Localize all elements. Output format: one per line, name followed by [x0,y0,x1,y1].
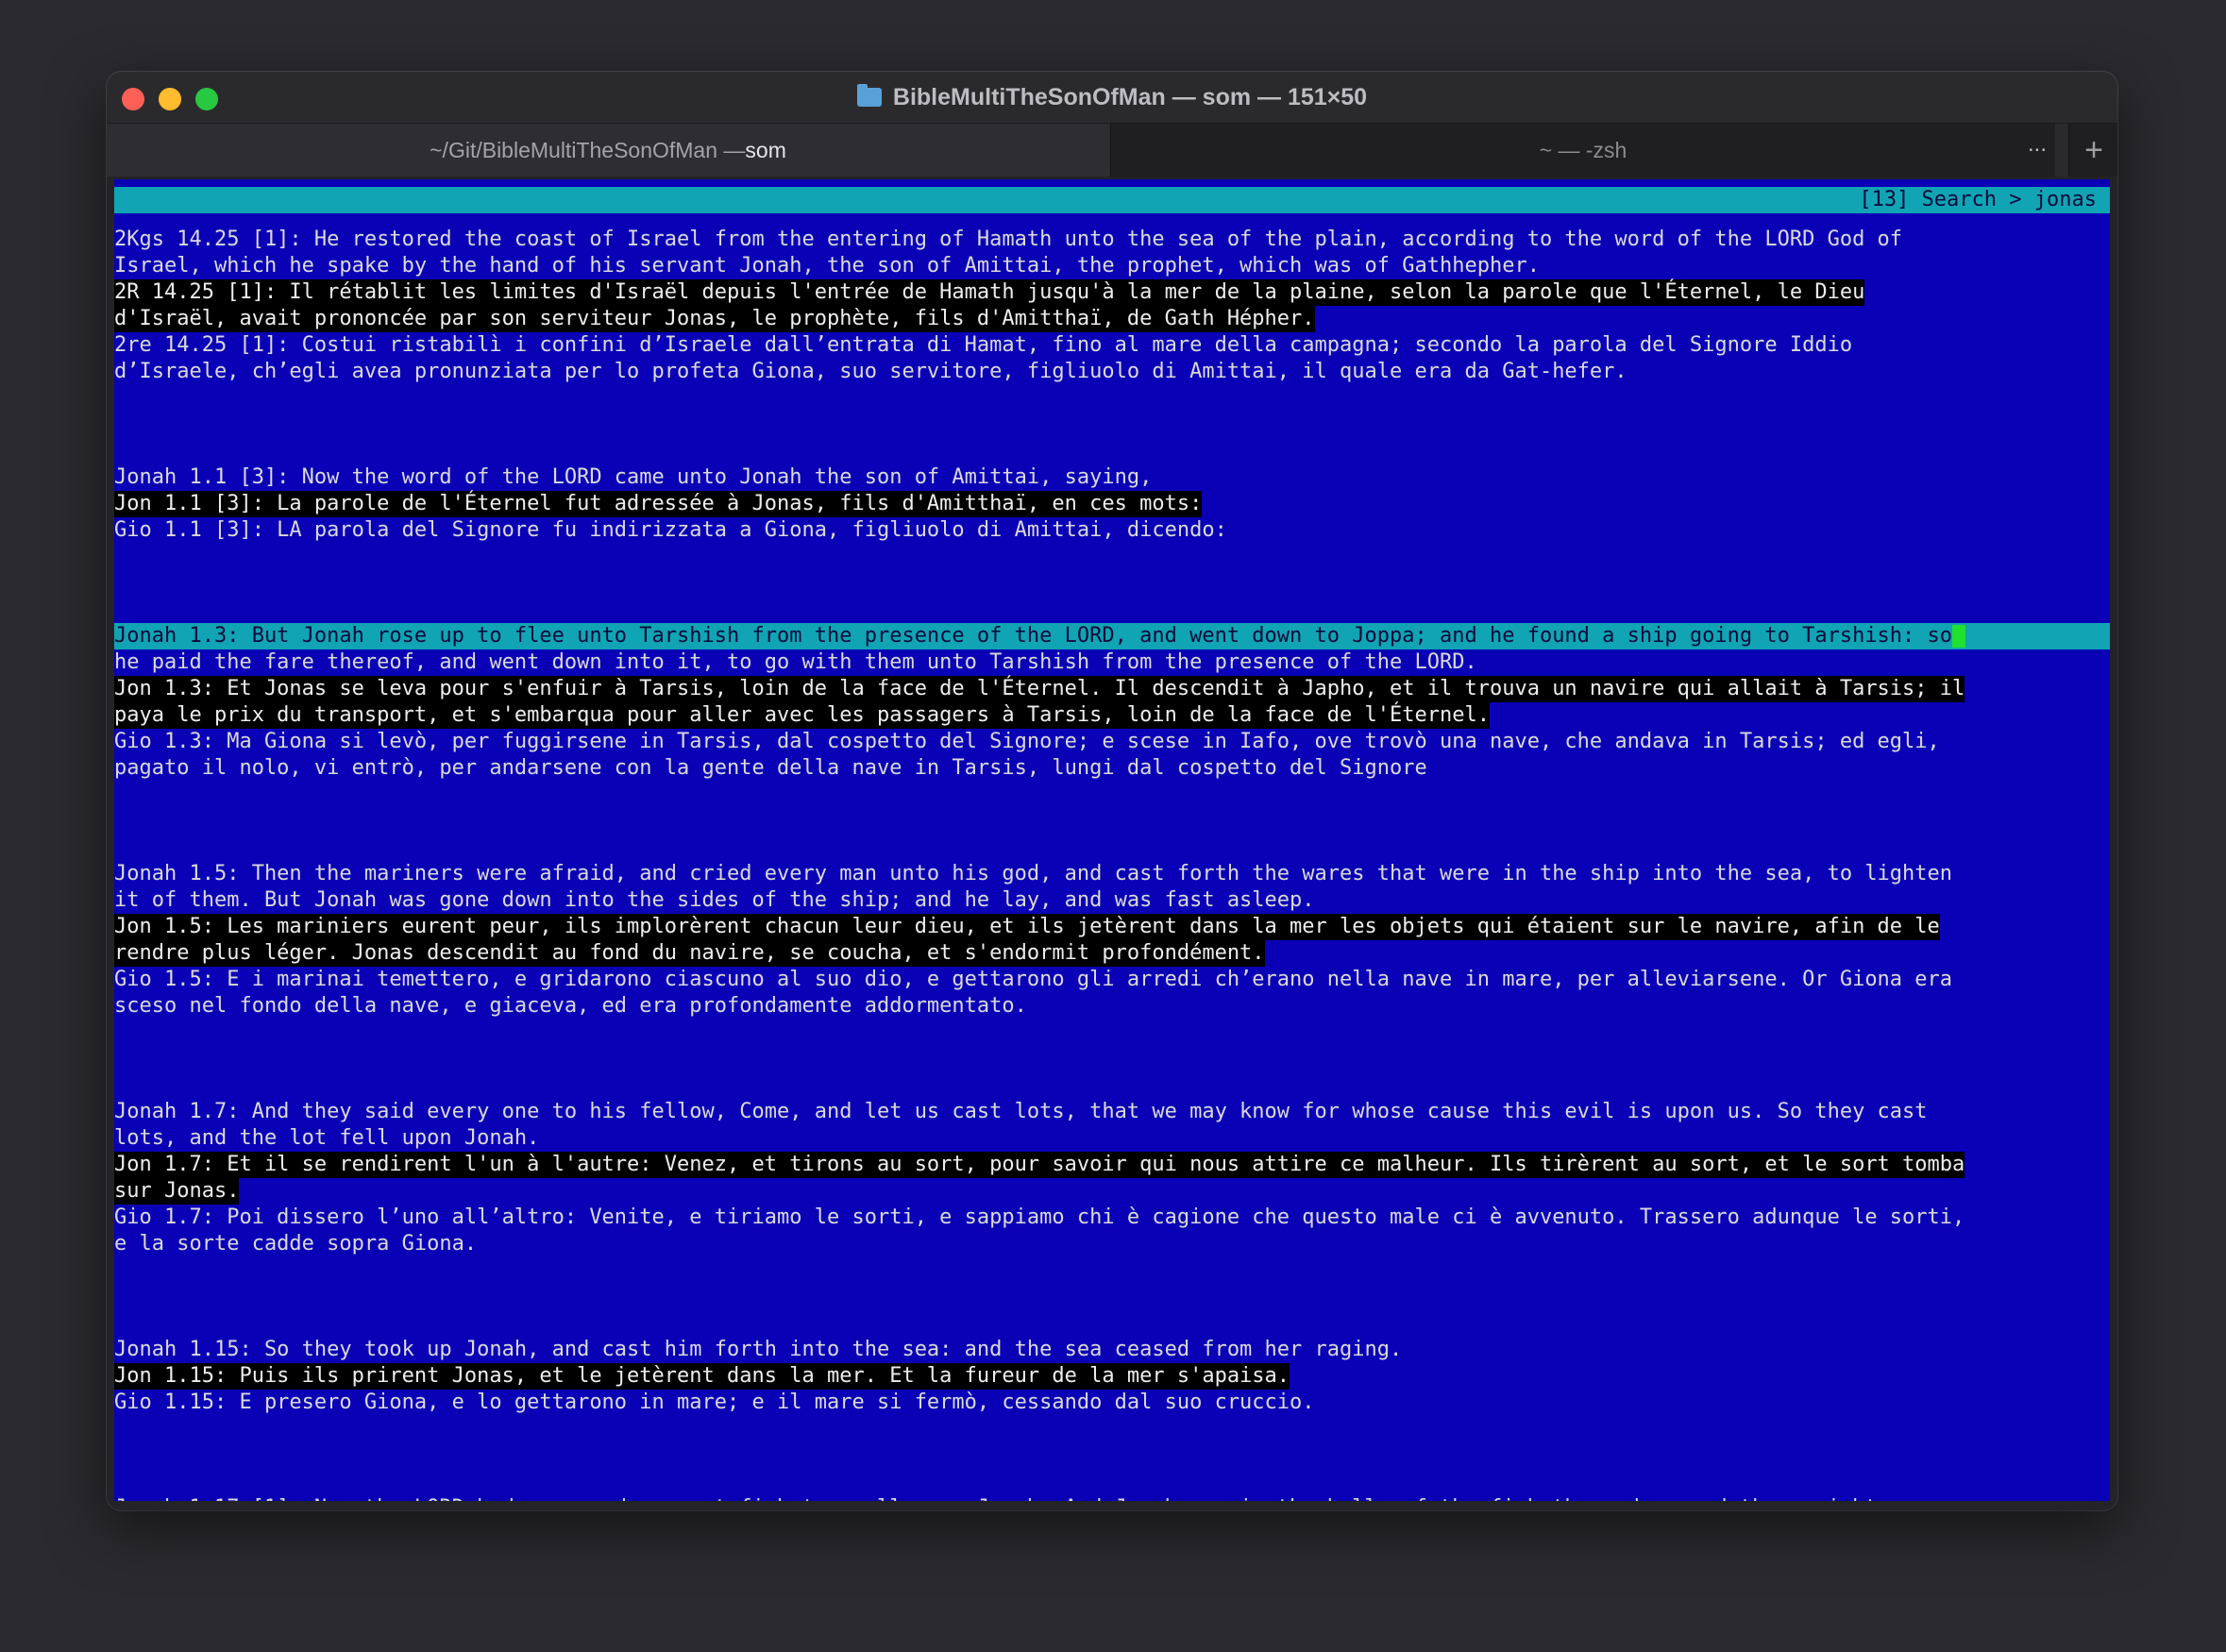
verse-line-it[interactable]: sceso nel fondo della nave, e giaceva, e… [114,993,1027,1020]
tab-som-path: ~/Git/BibleMultiTheSonOfMan — [430,137,746,162]
verse-line-fr[interactable]: Jon 1.7: Et il se rendirent l'un à l'aut… [114,1152,1965,1178]
verse-line-fr[interactable]: paya le prix du transport, et s'embarqua… [114,702,1490,729]
new-tab-button[interactable]: + [2068,124,2117,177]
title-bar[interactable]: BibleMultiTheSonOfMan — som — 151×50 [107,72,2117,123]
window-title: BibleMultiTheSonOfMan — som — 151×50 [107,72,2117,123]
verse-line-fr[interactable]: Jon 1.15: Puis ils prirent Jonas, et le … [114,1363,1290,1390]
window-title-text: BibleMultiTheSonOfMan — som — 151×50 [892,83,1368,110]
tab-bar: ~/Git/BibleMultiTheSonOfMan — som ~ — -z… [107,123,2117,177]
verse-line-fr[interactable]: rendre plus léger. Jonas descendit au fo… [114,940,1265,967]
verse-line-en[interactable]: Jonah 1.3: But Jonah rose up to flee unt… [114,623,2110,649]
terminal-content[interactable]: [13] Search > jonas 2Kgs 14.25 [1]: He r… [114,179,2110,1501]
tab-zsh-name: ~ — -zsh [1539,137,1627,162]
verse-line-en[interactable]: Jonah 1.7: And they said every one to hi… [114,1099,1928,1125]
terminal-window: BibleMultiTheSonOfMan — som — 151×50 ~/G… [107,72,2117,1510]
verse-line-fr[interactable]: d'Israël, avait prononcée par son servit… [114,306,1315,332]
verse-line-it[interactable]: d’Israele, ch’egli avea pronunziata per … [114,359,1627,385]
block-cursor-icon [1952,625,1966,648]
verse-line-en[interactable]: Israel, which he spake by the hand of hi… [114,253,1540,279]
verse-line-fr[interactable]: Jon 1.5: Les mariniers eurent peur, ils … [114,914,1940,940]
verse-line-en[interactable]: Jonah 1.15: So they took up Jonah, and c… [114,1337,1402,1363]
verse-line-en[interactable]: lots, and the lot fell upon Jonah. [114,1125,539,1152]
verse-line-en[interactable]: he paid the fare thereof, and went down … [114,649,1477,676]
tab-zsh[interactable]: ~ — -zsh [1110,124,2055,177]
verse-line-it[interactable]: 2re 14.25 [1]: Costui ristabilì i confin… [114,332,1852,359]
verse-line-it[interactable]: Gio 1.5: E i marinai temettero, e gridar… [114,967,1952,993]
verse-line-it[interactable]: pagato il nolo, vi entrò, per andarsene … [114,755,1427,782]
tab-som-name: som [745,137,786,162]
verse-line-fr[interactable]: Jon 1.1 [3]: La parole de l'Éternel fut … [114,491,1203,517]
verse-line-en[interactable]: 2Kgs 14.25 [1]: He restored the coast of… [114,227,1902,253]
verse-line-fr[interactable]: 2R 14.25 [1]: Il rétablit les limites d'… [114,279,1865,306]
verse-line-fr[interactable]: sur Jonas. [114,1178,240,1205]
search-status-bar: [13] Search > jonas [114,187,2110,213]
folder-icon [856,84,882,107]
verse-line-en[interactable]: Jonah 1.1 [3]: Now the word of the LORD … [114,464,1152,491]
verse-line-fr[interactable]: Jon 1.3: Et Jonas se leva pour s'enfuir … [114,676,1965,702]
verse-line-it[interactable]: Gio 1.7: Poi dissero l’uno all’altro: Ve… [114,1205,1965,1231]
verse-line-en[interactable]: Jonah 1.17 [1]: Now the LORD had prepare… [114,1495,1902,1501]
verse-line-it[interactable]: Gio 1.15: E presero Giona, e lo gettaron… [114,1390,1315,1416]
verse-line-it[interactable]: e la sorte cadde sopra Giona. [114,1231,477,1257]
tab-som[interactable]: ~/Git/BibleMultiTheSonOfMan — som [107,124,1109,177]
verse-line-it[interactable]: Gio 1.3: Ma Giona si levò, per fuggirsen… [114,729,1940,755]
tab-overflow-icon[interactable]: ... [2028,131,2047,158]
verse-line-en[interactable]: it of them. But Jonah was gone down into… [114,887,1315,914]
verse-line-it[interactable]: Gio 1.1 [3]: LA parola del Signore fu in… [114,517,1227,544]
verse-line-en[interactable]: Jonah 1.5: Then the mariners were afraid… [114,861,1952,887]
